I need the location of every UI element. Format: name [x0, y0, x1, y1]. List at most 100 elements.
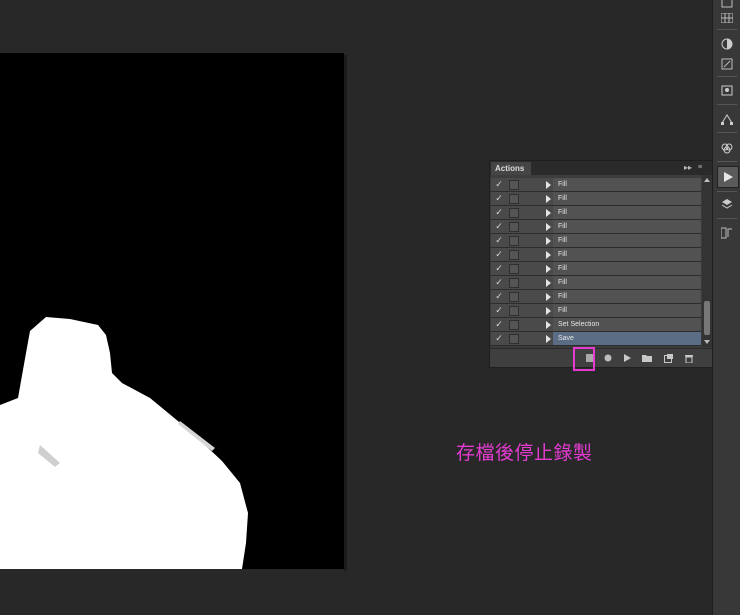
expand-arrow-icon[interactable] — [546, 265, 551, 273]
scroll-thumb[interactable] — [704, 301, 710, 335]
channels-icon[interactable] — [718, 140, 736, 156]
action-row[interactable]: ✓ Fill — [491, 248, 701, 262]
toggle-item-checkmark-icon[interactable]: ✓ — [494, 234, 504, 247]
workspace: Actions ▸▸ ≡ ✓ Fill ✓ Fill ✓ Fill ✓ Fill ✓ Fill ✓ F… — [0, 0, 740, 615]
action-label-cell[interactable] — [553, 234, 701, 247]
toggle-item-checkmark-icon[interactable]: ✓ — [494, 248, 504, 261]
play-icon[interactable] — [621, 352, 633, 364]
action-row[interactable]: ✓ Fill — [491, 206, 701, 220]
panel-tabbar: Actions ▸▸ ≡ — [490, 161, 713, 175]
action-label-cell[interactable] — [553, 276, 701, 289]
actions-panel: Actions ▸▸ ≡ ✓ Fill ✓ Fill ✓ Fill ✓ Fill ✓ Fill ✓ F… — [489, 160, 714, 368]
expand-arrow-icon[interactable] — [546, 321, 551, 329]
action-row[interactable]: ✓ Set Selection — [491, 318, 701, 332]
record-icon[interactable] — [602, 352, 614, 364]
action-label: Fill — [558, 307, 567, 314]
collapse-panel-icon[interactable]: ▸▸ — [684, 162, 692, 174]
action-label-cell[interactable] — [553, 220, 701, 233]
action-row[interactable]: ✓ Fill — [491, 178, 701, 192]
action-label-cell[interactable] — [553, 248, 701, 261]
toggle-item-checkmark-icon[interactable]: ✓ — [494, 220, 504, 233]
action-label: Fill — [558, 209, 567, 216]
panel-menu-icon[interactable]: ≡ — [698, 163, 710, 173]
dialog-toggle-box[interactable] — [509, 250, 519, 260]
action-label: Fill — [558, 279, 567, 286]
action-label: Fill — [558, 181, 567, 188]
action-label-cell[interactable] — [553, 192, 701, 205]
paths-icon[interactable] — [718, 111, 736, 127]
action-row[interactable]: ✓ Fill — [491, 192, 701, 206]
expand-arrow-icon[interactable] — [546, 181, 551, 189]
action-label: Fill — [558, 265, 567, 272]
toggle-item-checkmark-icon[interactable]: ✓ — [494, 276, 504, 289]
action-row[interactable]: ✓ Fill — [491, 262, 701, 276]
expand-arrow-icon[interactable] — [546, 237, 551, 245]
dialog-toggle-box[interactable] — [509, 334, 519, 344]
document-canvas[interactable] — [0, 53, 344, 569]
action-row[interactable]: ✓ Fill — [491, 290, 701, 304]
action-label-cell[interactable] — [553, 304, 701, 317]
expand-arrow-icon[interactable] — [546, 307, 551, 315]
properties-icon[interactable] — [718, 82, 736, 98]
adjustments-icon[interactable] — [718, 36, 736, 52]
toggle-item-checkmark-icon[interactable]: ✓ — [494, 290, 504, 303]
dialog-toggle-box[interactable] — [509, 306, 519, 316]
tab-actions[interactable]: Actions — [491, 162, 531, 175]
action-label-cell[interactable] — [553, 290, 701, 303]
action-label-cell[interactable] — [553, 206, 701, 219]
action-label: Fill — [558, 237, 567, 244]
dialog-toggle-box[interactable] — [509, 264, 519, 274]
action-row[interactable]: ✓ Fill — [491, 276, 701, 290]
swatches-icon[interactable] — [718, 10, 736, 26]
actions-panel-icon[interactable] — [717, 166, 739, 188]
dialog-toggle-box[interactable] — [509, 236, 519, 246]
right-panel-dock — [712, 0, 740, 615]
actions-footer — [490, 348, 713, 367]
toggle-item-checkmark-icon[interactable]: ✓ — [494, 262, 504, 275]
annotation-caption: 存檔後停止錄製 — [456, 442, 593, 464]
toggle-item-checkmark-icon[interactable]: ✓ — [494, 206, 504, 219]
stop-button-highlight — [573, 347, 595, 371]
toggle-item-checkmark-icon[interactable]: ✓ — [494, 332, 504, 345]
action-label-cell[interactable] — [553, 262, 701, 275]
action-row[interactable]: ✓ Fill — [491, 304, 701, 318]
expand-arrow-icon[interactable] — [546, 251, 551, 259]
silhouette-mask-image — [0, 317, 248, 569]
toggle-item-checkmark-icon[interactable]: ✓ — [494, 304, 504, 317]
action-label-cell[interactable] — [553, 178, 701, 191]
scroll-up-icon[interactable] — [704, 178, 710, 182]
delete-icon[interactable] — [683, 352, 695, 364]
dialog-toggle-box[interactable] — [509, 320, 519, 330]
new-set-folder-icon[interactable] — [641, 352, 653, 364]
expand-arrow-icon[interactable] — [546, 223, 551, 231]
layers-icon[interactable] — [718, 196, 736, 212]
dialog-toggle-box[interactable] — [509, 292, 519, 302]
action-label-cell[interactable] — [553, 332, 701, 345]
actions-scrollbar[interactable] — [702, 175, 712, 347]
toggle-item-checkmark-icon[interactable]: ✓ — [494, 318, 504, 331]
dialog-toggle-box[interactable] — [509, 222, 519, 232]
actions-list[interactable]: ✓ Fill ✓ Fill ✓ Fill ✓ Fill ✓ Fill ✓ Fill ✓ Fill ✓ Fill… — [491, 175, 701, 347]
expand-arrow-icon[interactable] — [546, 209, 551, 217]
toggle-item-checkmark-icon[interactable]: ✓ — [494, 178, 504, 191]
action-label: Fill — [558, 293, 567, 300]
new-action-icon[interactable] — [662, 352, 674, 364]
action-label: Save — [558, 335, 574, 342]
dialog-toggle-box[interactable] — [509, 194, 519, 204]
action-row[interactable]: ✓ Save — [491, 332, 701, 346]
styles-icon[interactable] — [718, 56, 736, 72]
dialog-toggle-box[interactable] — [509, 208, 519, 218]
expand-arrow-icon[interactable] — [546, 293, 551, 301]
action-row[interactable]: ✓ Fill — [491, 220, 701, 234]
character-icon[interactable] — [718, 225, 736, 241]
expand-arrow-icon[interactable] — [546, 195, 551, 203]
toggle-item-checkmark-icon[interactable]: ✓ — [494, 192, 504, 205]
expand-arrow-icon[interactable] — [546, 335, 551, 343]
dialog-toggle-box[interactable] — [509, 278, 519, 288]
expand-arrow-icon[interactable] — [546, 279, 551, 287]
action-label: Fill — [558, 223, 567, 230]
action-label: Set Selection — [558, 321, 600, 328]
scroll-down-icon[interactable] — [704, 340, 710, 344]
action-row[interactable]: ✓ Fill — [491, 234, 701, 248]
dialog-toggle-box[interactable] — [509, 180, 519, 190]
